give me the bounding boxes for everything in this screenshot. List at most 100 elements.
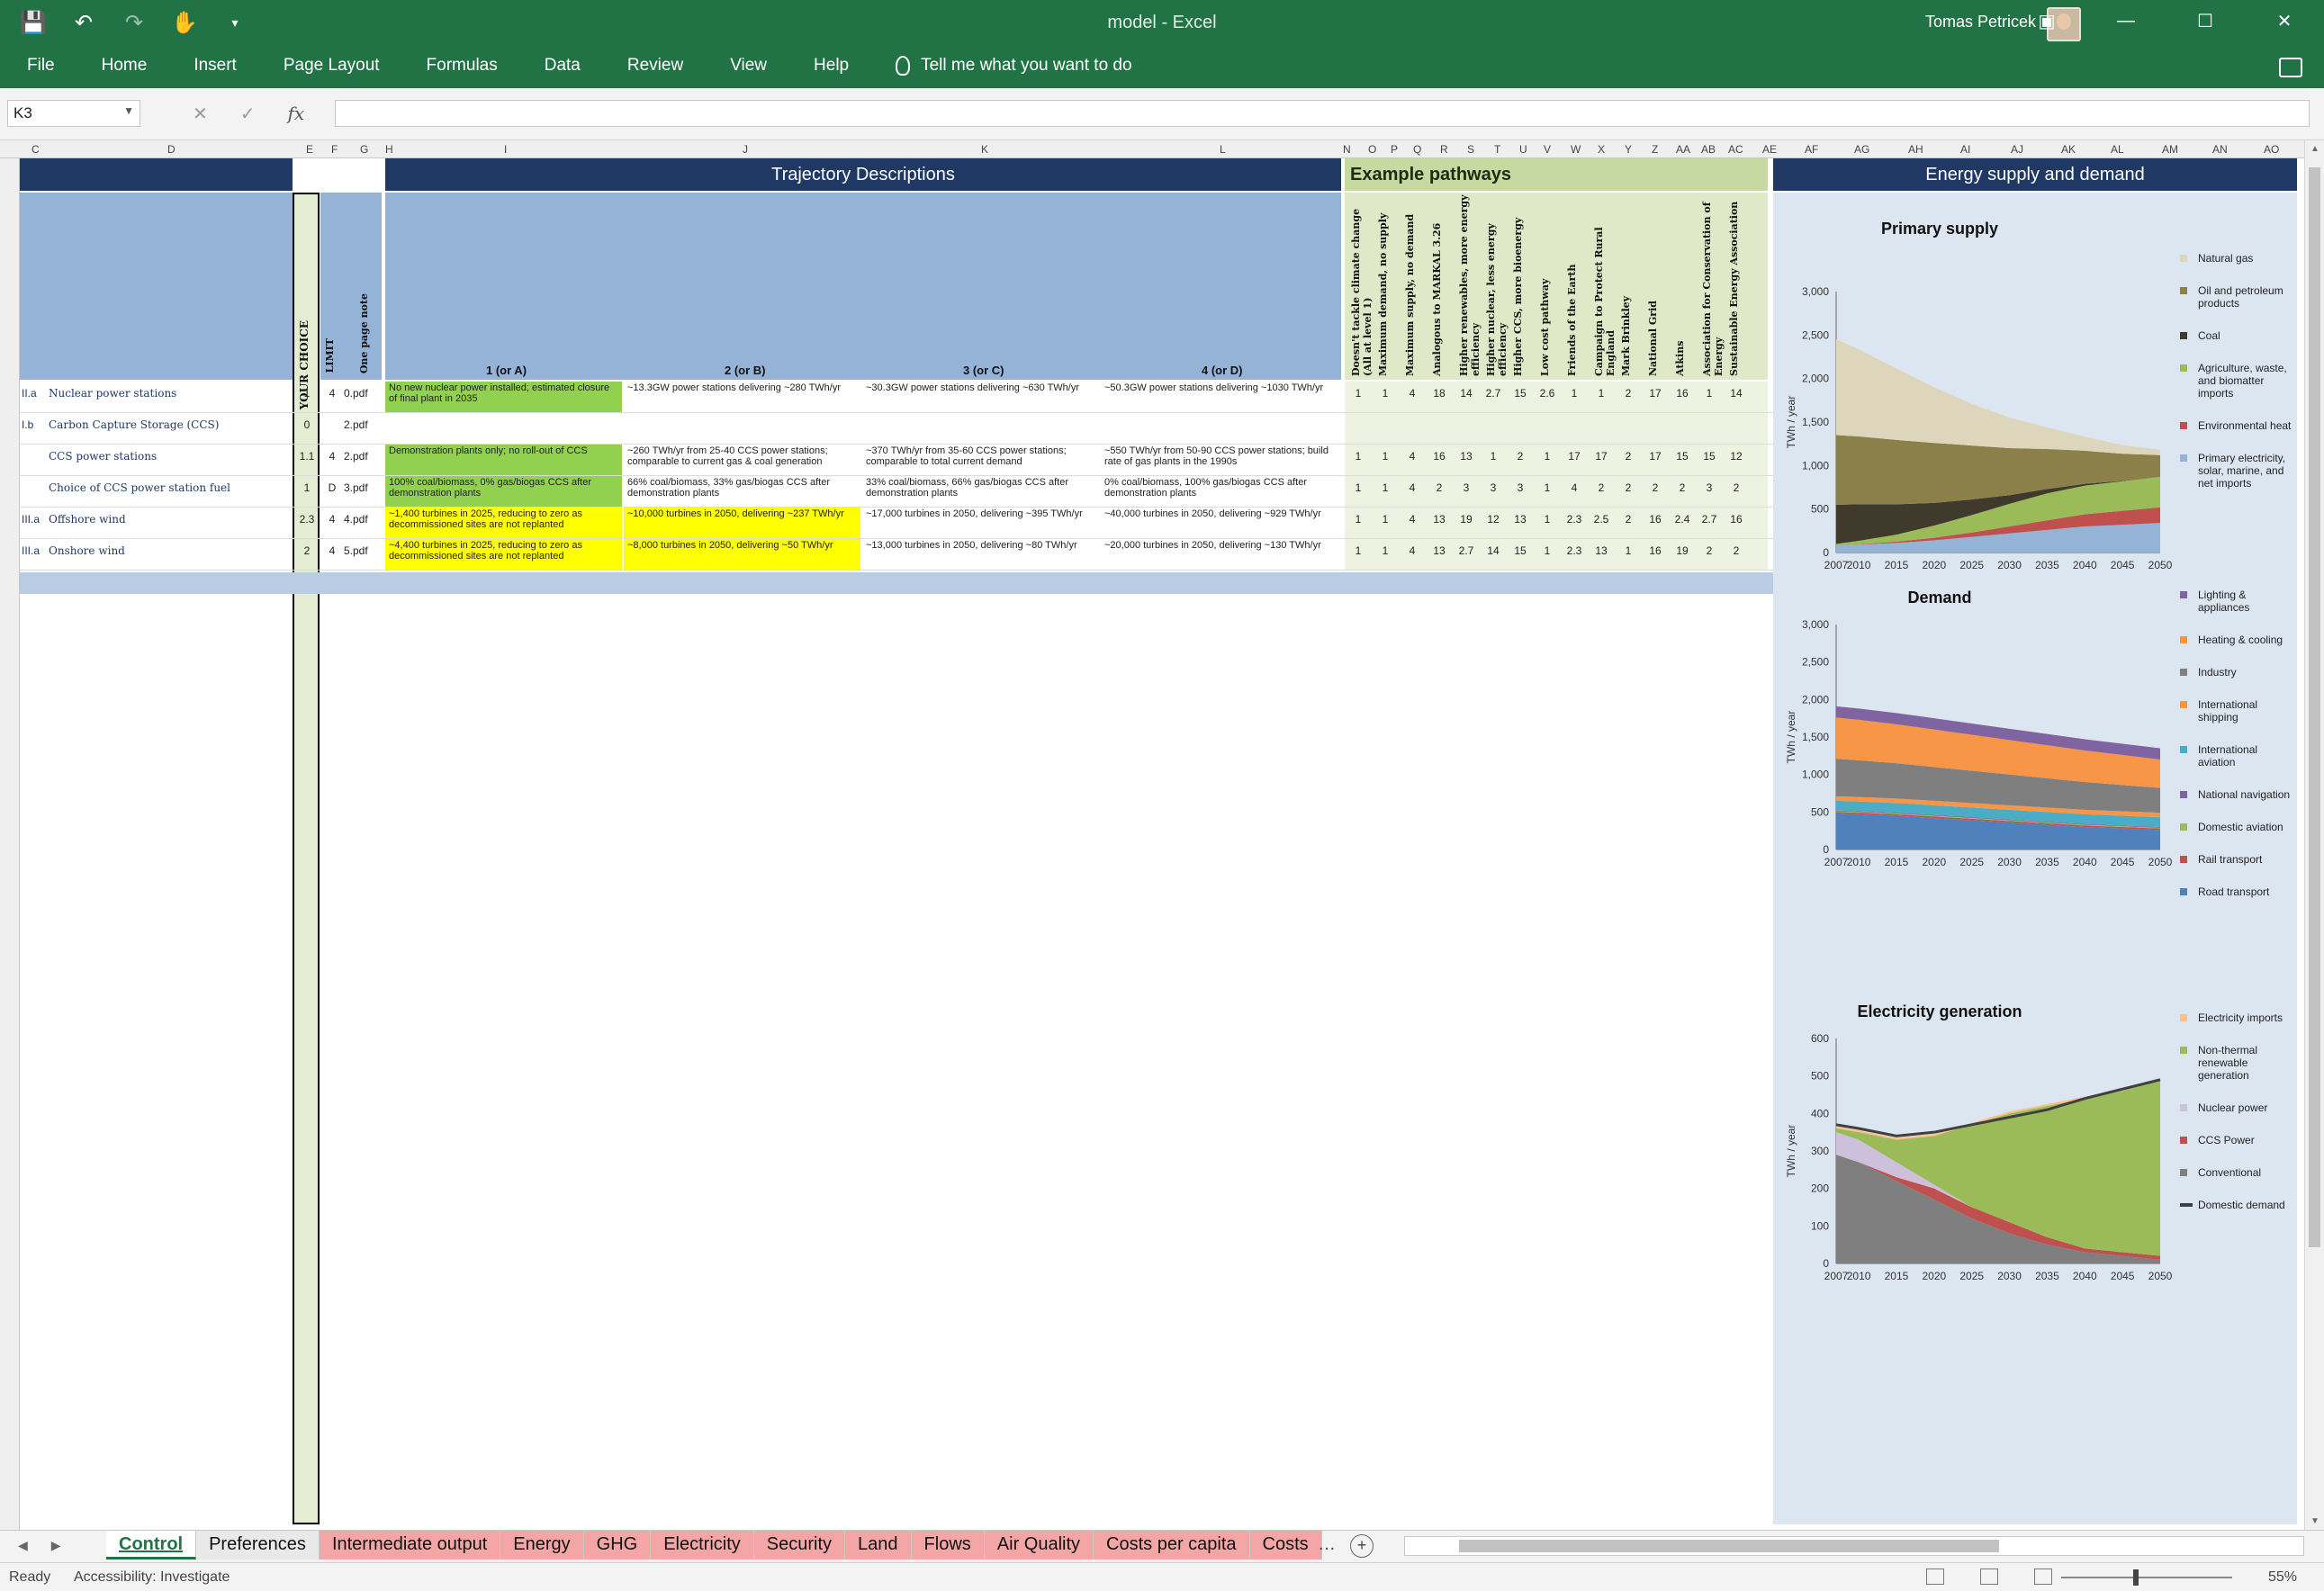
trajectory-cell[interactable]: ~20,000 turbines in 2050, delivering ~13… bbox=[1101, 539, 1338, 570]
sheet-tab[interactable]: Control bbox=[106, 1531, 197, 1560]
pathway-value[interactable]: 1 bbox=[1563, 387, 1585, 400]
pathway-value[interactable]: 1 bbox=[1347, 544, 1369, 557]
trajectory-cell[interactable]: ~13,000 turbines in 2050, delivering ~80… bbox=[862, 539, 1099, 570]
trajectory-cell[interactable]: 33% coal/biomass, 66% gas/biogas CCS aft… bbox=[862, 476, 1099, 507]
pathway-value[interactable]: 1 bbox=[1536, 481, 1558, 494]
pathway-value[interactable]: 14 bbox=[1482, 544, 1504, 557]
pathway-value[interactable]: 15 bbox=[1671, 450, 1693, 463]
pathway-value[interactable]: 15 bbox=[1509, 387, 1531, 400]
trajectory-cell[interactable]: ~13.3GW power stations delivering ~280 T… bbox=[624, 382, 860, 412]
pathway-name[interactable]: Doesn't tackle climate change (All at le… bbox=[1350, 193, 1374, 376]
column-header[interactable]: D bbox=[167, 143, 176, 156]
one-page-note-link[interactable]: 5.pdf bbox=[344, 544, 368, 557]
column-header[interactable]: T bbox=[1494, 143, 1500, 156]
page-break-view-icon[interactable] bbox=[2034, 1569, 2052, 1585]
pathway-value[interactable]: 14 bbox=[1455, 387, 1477, 400]
column-header[interactable]: R bbox=[1440, 143, 1448, 156]
pathway-value[interactable]: 2.7 bbox=[1482, 387, 1504, 400]
sheet-tab[interactable]: Energy bbox=[500, 1531, 584, 1560]
electricity-chart[interactable]: Electricity generation 0 100 200 300 400 500 6… bbox=[1773, 1002, 2297, 1326]
worksheet-grid[interactable]: Trajectory Descriptions Example pathways… bbox=[0, 158, 2304, 1530]
trajectory-cell[interactable]: ~40,000 turbines in 2050, delivering ~92… bbox=[1101, 508, 1338, 538]
pathway-value[interactable]: 2 bbox=[1617, 481, 1639, 494]
your-choice-value[interactable]: 1 bbox=[294, 481, 320, 494]
pathway-value[interactable]: 17 bbox=[1563, 450, 1585, 463]
scroll-down-icon[interactable]: ▼ bbox=[2310, 1516, 2319, 1526]
pathway-name[interactable]: Campaign to Protect Rural England bbox=[1593, 193, 1617, 376]
pathway-value[interactable]: 14 bbox=[1725, 387, 1747, 400]
column-header[interactable]: L bbox=[1220, 143, 1226, 156]
pathway-value[interactable]: 13 bbox=[1428, 513, 1450, 526]
tab-home[interactable]: Home bbox=[102, 56, 148, 76]
your-choice-value[interactable]: 2.3 bbox=[294, 513, 320, 526]
pathway-value[interactable]: 12 bbox=[1725, 450, 1747, 463]
column-header[interactable]: H bbox=[385, 143, 393, 156]
pathway-value[interactable]: 13 bbox=[1428, 544, 1450, 557]
vertical-scrollbar[interactable]: ▲ ▼ bbox=[2304, 140, 2324, 1530]
column-header[interactable]: AF bbox=[1805, 143, 1818, 156]
pathway-value[interactable]: 19 bbox=[1671, 544, 1693, 557]
pathway-value[interactable]: 2 bbox=[1617, 450, 1639, 463]
trajectory-cell[interactable]: Demonstration plants only; no roll-out o… bbox=[385, 445, 622, 475]
pathway-name[interactable]: National Grid bbox=[1647, 193, 1659, 376]
pathway-value[interactable]: 12 bbox=[1482, 513, 1504, 526]
column-header[interactable]: AI bbox=[1960, 143, 1970, 156]
pathway-value[interactable]: 3 bbox=[1482, 481, 1504, 494]
maximize-icon[interactable]: ☐ bbox=[2166, 0, 2245, 41]
your-choice-value[interactable]: 1.1 bbox=[294, 450, 320, 463]
trajectory-cell[interactable]: 66% coal/biomass, 33% gas/biogas CCS aft… bbox=[624, 476, 860, 507]
scroll-thumb[interactable] bbox=[2309, 167, 2320, 1247]
column-header[interactable]: X bbox=[1598, 143, 1605, 156]
pathway-value[interactable]: 1 bbox=[1536, 450, 1558, 463]
pathway-value[interactable]: 17 bbox=[1644, 450, 1666, 463]
column-header[interactable]: V bbox=[1544, 143, 1551, 156]
comments-icon[interactable] bbox=[2279, 58, 2302, 77]
column-header[interactable]: AG bbox=[1854, 143, 1869, 156]
ribbon-display-options-icon[interactable]: ▣ bbox=[2007, 0, 2086, 41]
pathway-value[interactable]: 2.3 bbox=[1563, 544, 1585, 557]
column-header[interactable]: AL bbox=[2111, 143, 2124, 156]
column-header[interactable]: P bbox=[1391, 143, 1398, 156]
pathway-value[interactable]: 1 bbox=[1590, 387, 1612, 400]
tab-view[interactable]: View bbox=[730, 56, 767, 76]
sheet-tab[interactable]: Preferences bbox=[196, 1531, 320, 1560]
horizontal-scrollbar[interactable] bbox=[1404, 1536, 2304, 1556]
pathway-value[interactable]: 1 bbox=[1347, 513, 1369, 526]
name-box[interactable]: K3 ▼ bbox=[7, 100, 140, 127]
one-page-note-link[interactable]: 2.pdf bbox=[344, 450, 368, 463]
column-header[interactable]: U bbox=[1519, 143, 1527, 156]
column-header[interactable]: E bbox=[306, 143, 313, 156]
tab-help[interactable]: Help bbox=[814, 56, 849, 76]
sheet-tab[interactable]: Costs per capita bbox=[1094, 1531, 1250, 1560]
trajectory-cell[interactable]: ~10,000 turbines in 2050, delivering ~23… bbox=[624, 508, 860, 538]
pathway-value[interactable]: 2.4 bbox=[1671, 513, 1693, 526]
pathway-value[interactable]: 4 bbox=[1401, 544, 1423, 557]
pathway-value[interactable]: 15 bbox=[1509, 544, 1531, 557]
pathway-value[interactable]: 13 bbox=[1455, 450, 1477, 463]
next-sheet-icon[interactable]: ▶ bbox=[51, 1538, 61, 1553]
pathway-value[interactable]: 4 bbox=[1401, 387, 1423, 400]
enter-icon[interactable]: ✓ bbox=[240, 103, 256, 125]
pathway-value[interactable]: 2.7 bbox=[1698, 513, 1720, 526]
sheet-tab[interactable]: Air Quality bbox=[984, 1531, 1094, 1560]
pathway-value[interactable]: 2 bbox=[1509, 450, 1531, 463]
pathway-value[interactable]: 13 bbox=[1509, 513, 1531, 526]
trajectory-cell[interactable]: ~30.3GW power stations delivering ~630 T… bbox=[862, 382, 1099, 412]
primary-supply-chart[interactable]: Primary supply 0 500 1,000 1,500 2,000 2,500 3… bbox=[1773, 193, 2297, 571]
demand-chart[interactable]: Demand 0 500 1,000 1,500 2,000 2,500 3,000 2007… bbox=[1773, 589, 2297, 912]
insert-function-icon[interactable]: fx bbox=[288, 103, 305, 125]
prev-sheet-icon[interactable]: ◀ bbox=[18, 1538, 28, 1553]
trajectory-cell[interactable]: ~370 TWh/yr from 35-60 CCS power station… bbox=[862, 445, 1099, 475]
column-header[interactable]: AO bbox=[2264, 143, 2279, 156]
tab-data[interactable]: Data bbox=[545, 56, 581, 76]
minimize-icon[interactable]: — bbox=[2086, 0, 2166, 41]
trajectory-cell[interactable]: ~550 TWh/yr from 50-90 CCS power station… bbox=[1101, 445, 1338, 475]
pathway-value[interactable]: 2 bbox=[1671, 481, 1693, 494]
pathway-value[interactable]: 3 bbox=[1698, 481, 1720, 494]
one-page-note-link[interactable]: 3.pdf bbox=[344, 481, 368, 494]
pathway-value[interactable]: 2.7 bbox=[1455, 544, 1477, 557]
formula-input[interactable] bbox=[335, 100, 2310, 127]
pathway-name[interactable]: Friends of the Earth bbox=[1566, 193, 1578, 377]
your-choice-value[interactable]: 2 bbox=[294, 544, 320, 557]
pathway-value[interactable]: 4 bbox=[1401, 513, 1423, 526]
